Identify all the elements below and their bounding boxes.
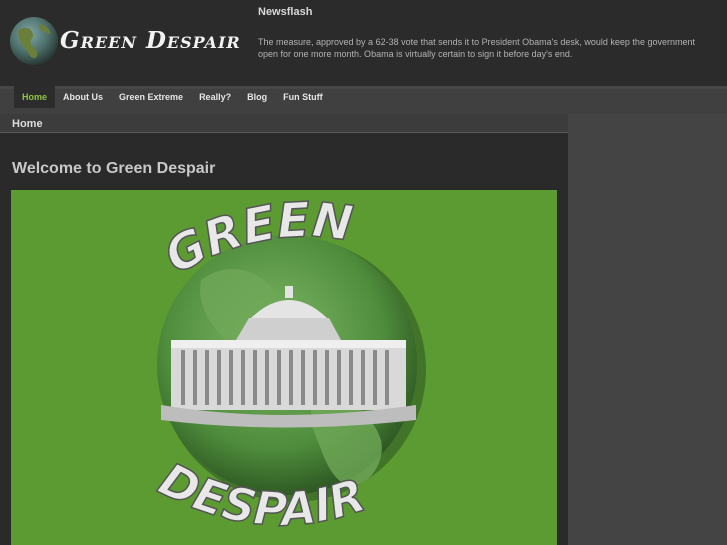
breadcrumb-bar: [0, 114, 568, 133]
newsflash-title: Newsflash: [258, 6, 313, 18]
site-header: Green Despair Newsflash The measure, app…: [0, 0, 727, 86]
breadcrumb-divider: [0, 132, 568, 133]
site-logo-text[interactable]: Green Despair: [60, 27, 241, 54]
nav-item-fun-stuff[interactable]: Fun Stuff: [275, 86, 331, 108]
main-nav: Home About Us Green Extreme Really? Blog…: [14, 86, 331, 108]
page-title: Welcome to Green Despair: [12, 160, 216, 177]
globe-logo-icon[interactable]: [9, 16, 59, 66]
nav-item-blog[interactable]: Blog: [239, 86, 275, 108]
nav-item-about-us[interactable]: About Us: [55, 86, 111, 108]
nav-item-home[interactable]: Home: [14, 86, 56, 108]
breadcrumb: Home: [12, 118, 43, 130]
right-sidebar: [568, 114, 727, 545]
nav-item-really[interactable]: Really?: [191, 86, 239, 108]
newsflash-text: The measure, approved by a 62-38 vote th…: [258, 37, 695, 59]
nav-item-green-extreme[interactable]: Green Extreme: [111, 86, 191, 108]
green-despair-banner-image: GREEN DESPAIR: [11, 190, 557, 545]
